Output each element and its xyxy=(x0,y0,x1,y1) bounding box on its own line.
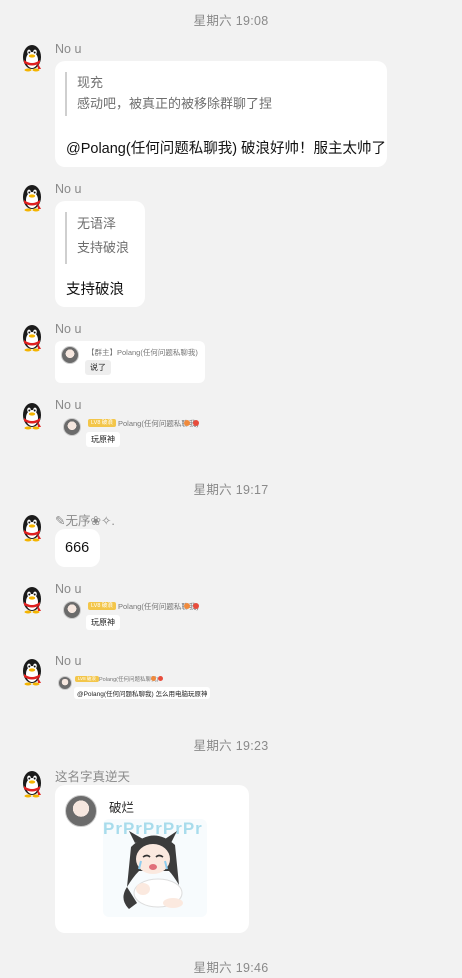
sender-name: 这名字真逆天 xyxy=(55,770,131,784)
heart-icon xyxy=(193,603,199,609)
message-bubble[interactable]: 无语泽 支持破浪 支持破浪 xyxy=(55,201,145,307)
forwarded-screenshot[interactable]: LV8 破浪 Polang(任何问题私聊我) 玩原神 xyxy=(55,414,205,454)
quote-block: 无语泽 支持破浪 xyxy=(65,212,129,264)
quote-block: 现充 感动吧，被真正的被移除群聊了捏 xyxy=(65,72,272,116)
sender-name: No u xyxy=(55,42,82,56)
timestamp: 星期六 19:46 xyxy=(193,961,269,975)
fire-icon xyxy=(151,676,156,681)
anime-girl-avatar xyxy=(65,795,97,827)
level-badge: LV8 破浪 xyxy=(88,419,116,427)
forwarded-screenshot[interactable]: 【群主】Polang(任何问题私聊我) 说了 xyxy=(55,341,205,383)
qq-penguin-icon[interactable] xyxy=(17,768,47,798)
quote-line: 支持破浪 xyxy=(77,240,130,255)
mini-message: 玩原神 xyxy=(86,615,120,630)
quote-line: 无语泽 xyxy=(77,216,117,231)
anime-girl-avatar xyxy=(58,676,72,690)
qq-penguin-icon[interactable] xyxy=(17,512,47,542)
quote-line: 感动吧，被真正的被移除群聊了捏 xyxy=(77,96,273,111)
crying-anime-girl-sticker[interactable]: PrPrPrPrPr xyxy=(103,819,207,917)
anime-girl-avatar xyxy=(61,346,79,364)
qq-penguin-icon[interactable] xyxy=(17,182,47,212)
timestamp: 星期六 19:08 xyxy=(193,14,269,28)
anime-girl-avatar xyxy=(63,418,81,436)
level-badge: LV8 破浪 xyxy=(75,676,99,682)
message-bubble[interactable]: 现充 感动吧，被真正的被移除群聊了捏 @Polang(任何问题私聊我) 破浪好帅… xyxy=(55,61,387,167)
qq-penguin-icon[interactable] xyxy=(17,400,47,430)
mini-message: @Polang(任何问题私聊我) 怎么用电脑玩原神 xyxy=(74,687,211,699)
anime-girl-avatar xyxy=(63,601,81,619)
sticker-sender-name: 破烂 xyxy=(109,801,135,815)
heart-icon xyxy=(158,676,163,681)
mini-message: 说了 xyxy=(85,360,111,375)
fire-icon xyxy=(184,603,190,609)
mini-sender-name: Polang(任何问题私聊我) xyxy=(99,677,159,683)
level-badge: LV8 破浪 xyxy=(88,602,116,610)
message-text: @Polang(任何问题私聊我) 破浪好帅！服主太帅了 xyxy=(66,141,387,157)
qq-penguin-icon[interactable] xyxy=(17,42,47,72)
sender-name: No u xyxy=(55,398,82,412)
message-text: 支持破浪 xyxy=(66,282,124,298)
qq-penguin-icon[interactable] xyxy=(17,656,47,686)
fire-icon xyxy=(184,420,190,426)
timestamp: 星期六 19:23 xyxy=(193,739,269,753)
quote-line: 现充 xyxy=(77,75,104,90)
sticker-bubble[interactable]: 破烂 PrPrPrPrPr xyxy=(55,785,249,933)
message-bubble[interactable]: 666 xyxy=(55,529,100,567)
crying-girl-icon xyxy=(123,831,183,909)
mini-sender-name: 【群主】Polang(任何问题私聊我) xyxy=(87,348,198,357)
qq-penguin-icon[interactable] xyxy=(17,584,47,614)
timestamp: 星期六 19:17 xyxy=(193,483,269,497)
forwarded-screenshot[interactable]: LV8 破浪 Polang(任何问题私聊我) @Polang(任何问题私聊我) … xyxy=(55,672,211,704)
sender-name: ✎无序❀✧. xyxy=(55,514,115,528)
heart-icon xyxy=(193,420,199,426)
message-text: 666 xyxy=(65,540,90,556)
sender-name: No u xyxy=(55,654,82,668)
forwarded-screenshot[interactable]: LV8 破浪 Polang(任何问题私聊我) 玩原神 xyxy=(55,597,205,637)
sender-name: No u xyxy=(55,582,82,596)
mini-message: 玩原神 xyxy=(86,432,120,447)
qq-penguin-icon[interactable] xyxy=(17,322,47,352)
sender-name: No u xyxy=(55,182,82,196)
sender-name: No u xyxy=(55,322,82,336)
